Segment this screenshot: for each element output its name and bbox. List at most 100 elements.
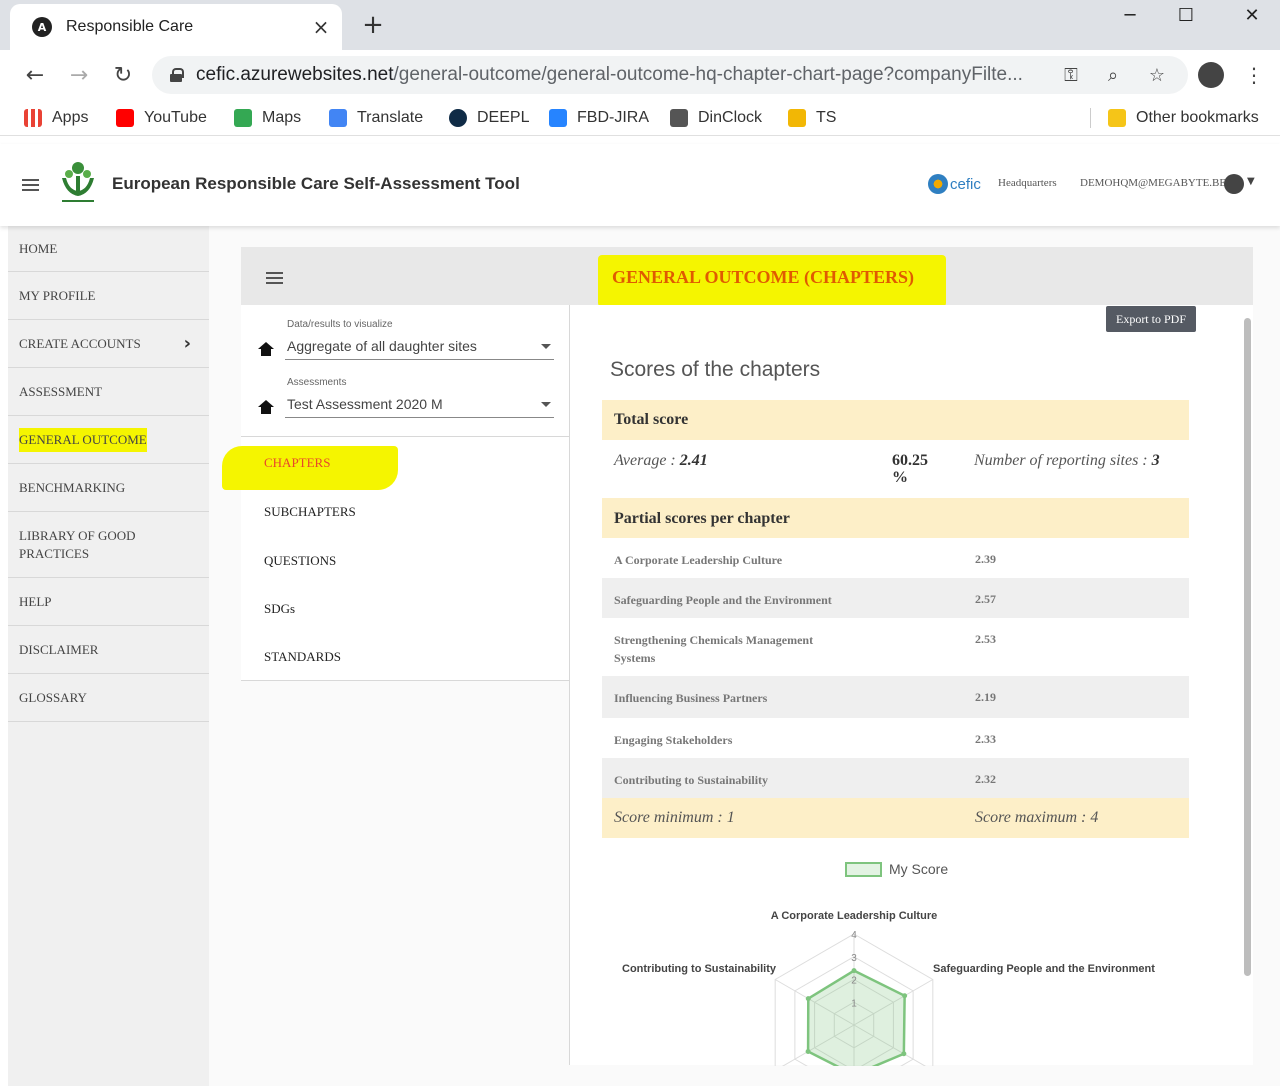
filter-panel (241, 305, 569, 681)
sidebar-item-home[interactable]: HOME (8, 226, 209, 272)
bookmarks-separator (1090, 108, 1091, 128)
average-score: Average : 2.41 (614, 452, 708, 469)
radar-point (901, 1051, 907, 1057)
zoom-icon[interactable]: ⌕ (1100, 62, 1126, 88)
browser-tab[interactable]: A Responsible Care × (10, 4, 342, 50)
tab-close-icon[interactable]: × (308, 14, 334, 40)
maximize-icon[interactable]: ☐ (1166, 0, 1206, 30)
browser-tabstrip: A Responsible Care × + ─ ☐ ✕ (0, 0, 1280, 50)
radar-point (805, 996, 811, 1002)
nav-subchapters[interactable]: SUBCHAPTERS (264, 504, 356, 520)
scores-title: Scores of the chapters (610, 358, 821, 381)
sidebar-item-my-profile[interactable]: MY PROFILE (8, 272, 209, 320)
legend-swatch[interactable] (845, 862, 882, 877)
sidebar-item-benchmarking[interactable]: BENCHMARKING (8, 464, 209, 512)
bookmark-maps[interactable]: Maps (234, 106, 301, 130)
bookmark-youtube[interactable]: YouTube (116, 106, 207, 130)
reload-icon[interactable]: ↻ (108, 60, 138, 90)
cefic-flower-icon (928, 174, 948, 194)
dropdown-caret-icon[interactable] (541, 344, 551, 349)
radar-chart: 1 2 3 4 A Corporate Leadership Culture Safegu… (622, 910, 1155, 1066)
assessment-select-label: Assessments (287, 377, 347, 388)
user-email: DEMOHQM@MEGABYTE.BE (1080, 177, 1227, 189)
account-caret-icon[interactable]: ▼ (1247, 176, 1255, 187)
page-title: GENERAL OUTCOME (CHAPTERS) (598, 255, 946, 307)
star-icon[interactable]: ☆ (1144, 62, 1170, 88)
radar-point (851, 968, 857, 974)
deepl-icon (449, 109, 467, 127)
new-tab-button[interactable]: + (358, 10, 388, 40)
angular-favicon-icon: A (32, 17, 52, 37)
nav-questions[interactable]: QUESTIONS (264, 553, 336, 569)
profile-icon[interactable] (1198, 62, 1224, 88)
translate-icon (329, 109, 347, 127)
data-select-label: Data/results to visualize (287, 319, 393, 330)
bookmark-dinclock[interactable]: DinClock (670, 106, 762, 130)
radar-tick-label: 2 (851, 976, 857, 987)
chapter-row: Engaging Stakeholders 2.33 (602, 718, 1189, 758)
minimize-icon[interactable]: ─ (1110, 0, 1150, 30)
nav-chapters[interactable]: CHAPTERS (264, 455, 330, 471)
sidebar-item-library[interactable]: LIBRARY OF GOOD PRACTICES (8, 512, 209, 578)
bookmark-deepl[interactable]: DEEPL (449, 106, 529, 130)
app-header: European Responsible Care Self-Assessmen… (0, 144, 1280, 226)
folder-icon (1108, 109, 1126, 127)
radar-tick-label: 3 (851, 953, 857, 964)
data-select[interactable]: Aggregate of all daughter sites (287, 338, 477, 354)
back-icon[interactable]: ← (20, 60, 50, 90)
percent-score: 60.25% (892, 452, 928, 486)
sidebar-item-general-outcome[interactable]: GENERAL OUTCOME (8, 416, 209, 464)
sidebar-item-disclaimer[interactable]: DISCLAIMER (8, 626, 209, 674)
radar-point (902, 993, 908, 999)
sidebar: HOME MY PROFILE CREATE ACCOUNTS › ASSESSM… (8, 226, 209, 1086)
browser-toolbar: ← → ↻ cefic.azurewebsites.net/general-ou… (0, 50, 1280, 100)
ts-icon (788, 109, 806, 127)
menu-icon[interactable] (22, 179, 39, 191)
tab-title: Responsible Care (66, 18, 194, 35)
sidebar-item-glossary[interactable]: GLOSSARY (8, 674, 209, 722)
nav-sdgs[interactable]: SDGs (264, 601, 295, 617)
apps-grid-icon (24, 109, 42, 127)
account-circle-icon[interactable] (1224, 174, 1244, 194)
bookmark-fbd-jira[interactable]: FBD-JIRA (549, 106, 649, 130)
forward-icon[interactable]: → (64, 60, 94, 90)
app-title: European Responsible Care Self-Assessmen… (112, 174, 520, 193)
bookmark-translate[interactable]: Translate (329, 106, 423, 130)
dropdown-caret-icon[interactable] (541, 402, 551, 407)
total-score-row: Average : 2.41 60.25% Number of reportin… (602, 440, 1189, 496)
responsible-care-logo (62, 162, 94, 202)
bookmark-ts[interactable]: TS (788, 106, 836, 130)
role-label: Headquarters (998, 177, 1057, 189)
sidebar-item-create-accounts[interactable]: CREATE ACCOUNTS › (8, 320, 209, 368)
chapter-row: Contributing to Sustainability 2.32 (602, 758, 1189, 798)
chapter-row: A Corporate Leadership Culture 2.39 (602, 538, 1189, 578)
chapter-row: Influencing Business Partners 2.19 (602, 676, 1189, 718)
scrollbar[interactable] (1244, 318, 1251, 976)
home-icon (258, 342, 274, 356)
sidebar-item-help[interactable]: HELP (8, 578, 209, 626)
home-icon (258, 400, 274, 414)
url-text[interactable]: cefic.azurewebsites.net/general-outcome/… (196, 64, 1026, 86)
export-pdf-button[interactable]: Export to PDF (1106, 306, 1196, 332)
window-close-icon[interactable]: ✕ (1232, 0, 1272, 30)
assessment-select[interactable]: Test Assessment 2020 M (287, 396, 443, 412)
nav-standards[interactable]: STANDARDS (264, 649, 341, 665)
total-score-header: Total score (602, 400, 1189, 440)
youtube-icon (116, 109, 134, 127)
hourglass-icon (670, 109, 688, 127)
chapter-row: Safeguarding People and the Environment … (602, 578, 1189, 618)
address-bar[interactable]: cefic.azurewebsites.net/general-outcome/… (152, 56, 1188, 94)
other-bookmarks[interactable]: Other bookmarks (1108, 106, 1259, 130)
maps-icon (234, 109, 252, 127)
radar-point (805, 1049, 811, 1055)
score-maximum: Score maximum : 4 (975, 809, 1099, 826)
key-icon[interactable]: ⚿ (1058, 62, 1084, 88)
radar-axis-label: Contributing to Sustainability (622, 963, 777, 975)
bookmark-apps[interactable]: Apps (24, 106, 88, 130)
partial-scores-header: Partial scores per chapter (602, 498, 1189, 538)
panel-menu-icon[interactable] (266, 272, 283, 284)
radar-tick-label: 4 (851, 930, 857, 941)
browser-menu-icon[interactable]: ⋮ (1244, 60, 1264, 90)
bookmarks-bar: Apps YouTube Maps Translate DEEPL FBD-JI… (0, 100, 1280, 136)
sidebar-item-assessment[interactable]: ASSESSMENT (8, 368, 209, 416)
